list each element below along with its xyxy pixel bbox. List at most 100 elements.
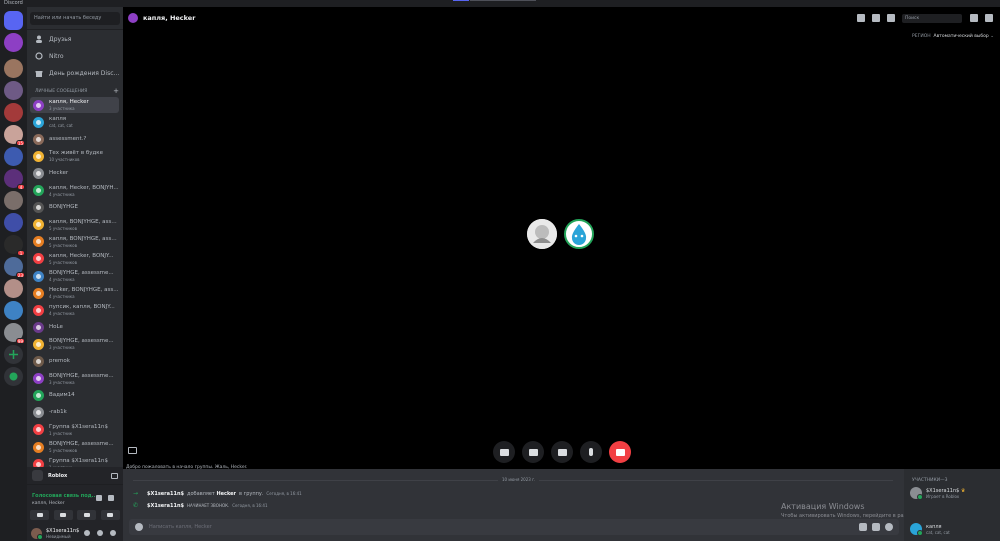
dm-item[interactable]: BONJYHGE — [30, 200, 119, 216]
server-icon-server-5[interactable] — [4, 147, 23, 166]
nav-friends[interactable]: Друзья — [30, 32, 120, 46]
message-target[interactable]: Hecker — [216, 491, 236, 497]
dm-item[interactable]: капля cat, cat, cat — [30, 114, 119, 130]
avatar — [33, 424, 44, 436]
screen-share-button[interactable] — [53, 510, 73, 520]
call-participant-avatar[interactable] — [527, 219, 557, 249]
member-item[interactable]: $X1sera11n$ ♛ Играет в Roblox — [910, 487, 965, 500]
server-icon-server-4[interactable]: 15 — [4, 125, 25, 146]
disconnect-icon[interactable] — [108, 495, 114, 501]
nav-birthday[interactable]: День рождения Disc... — [30, 66, 120, 80]
mic-icon[interactable] — [84, 530, 90, 536]
dm-item[interactable]: Тех живёт в будке 10 участников — [30, 148, 119, 164]
dm-item[interactable]: капля, Hecker, BONJY... 5 участников — [30, 251, 119, 267]
add-server-icon[interactable] — [4, 345, 23, 364]
dm-item[interactable]: Hecker, BONJYHGE, ass... 4 участника — [30, 285, 119, 301]
dm-item[interactable]: капля, BONJYHGE, asse... 5 участников — [30, 217, 119, 233]
avatar — [33, 253, 44, 265]
screen-share-button[interactable] — [551, 441, 573, 463]
avatar — [33, 116, 44, 128]
server-icon-server-8[interactable]: 1 — [4, 235, 25, 256]
server-icon-server-3[interactable] — [4, 103, 23, 122]
dm-item[interactable]: BONJYHGE, assessme... 5 участников — [30, 439, 119, 455]
member-item[interactable]: капля cat, cat, cat — [910, 523, 950, 536]
add-dm-icon[interactable]: + — [113, 88, 119, 95]
members-icon[interactable] — [887, 14, 895, 22]
dm-name: BONJYHGE, assessme... — [49, 372, 114, 379]
header-search-input[interactable]: Поиск — [902, 13, 962, 23]
search-input[interactable]: Найти или начать беседу — [30, 12, 120, 25]
camera-button[interactable] — [30, 510, 49, 520]
dm-item[interactable]: BONJYHGE, assessme... 3 участника — [30, 336, 119, 352]
server-icon-server-6[interactable]: 4 — [4, 169, 25, 190]
pin-icon[interactable] — [857, 14, 865, 22]
avatar — [33, 321, 44, 333]
dm-item[interactable]: пупсик, капля, BONJY... 4 участника — [30, 302, 119, 318]
server-icon-server-12[interactable]: 99 — [4, 323, 25, 344]
avatar[interactable] — [31, 528, 43, 540]
activity-button[interactable] — [77, 510, 97, 520]
gear-icon[interactable] — [110, 530, 116, 536]
voice-connection[interactable]: Голосовая связь под... капля, Hecker — [32, 493, 122, 506]
screen-icon[interactable] — [111, 473, 118, 479]
explore-icon[interactable] — [4, 367, 23, 386]
emoji-icon[interactable] — [885, 523, 893, 531]
server-icon-server-10[interactable] — [4, 279, 23, 298]
dm-item[interactable]: HoLe — [30, 319, 119, 335]
inbox-icon[interactable] — [970, 14, 978, 22]
dm-item[interactable]: BONJYHGE, assessme... 4 участника — [30, 268, 119, 284]
dm-subtitle: 3 участника — [49, 345, 75, 351]
server-icon-home[interactable] — [4, 11, 23, 30]
message-input[interactable]: Написать капля, Hecker — [129, 519, 899, 535]
region-selector[interactable]: РЕГИОН Автоматический выбор ⌄ — [912, 34, 994, 39]
nav-nitro[interactable]: Nitro — [30, 49, 120, 63]
server-icon-server-11[interactable] — [4, 301, 23, 320]
mention-badge: 23 — [15, 272, 25, 278]
rocket-icon — [83, 513, 90, 517]
sticker-icon[interactable] — [872, 523, 880, 531]
server-icon-group[interactable] — [4, 33, 23, 52]
call-participant-avatar[interactable] — [564, 219, 594, 249]
dm-item[interactable]: assessment.? — [30, 131, 119, 147]
dm-item[interactable]: Группа $X1sera11n$1 участник — [30, 422, 119, 438]
member-status: cat, cat, cat — [926, 529, 950, 535]
server-icon-server-7[interactable] — [4, 191, 23, 210]
message-user[interactable]: $X1sera11n$ — [147, 503, 184, 509]
noise-icon[interactable] — [96, 495, 102, 501]
gift-icon[interactable] — [859, 523, 867, 531]
dm-item[interactable]: premok — [30, 354, 119, 370]
popout-icon[interactable] — [128, 447, 137, 454]
dm-item[interactable]: Вадим14 — [30, 388, 119, 404]
server-icon-folder[interactable] — [4, 213, 23, 232]
voice-channel: капля, Hecker — [32, 501, 65, 506]
dm-item[interactable]: капля, BONJYHGE, asse... 5 участников — [30, 234, 119, 250]
dm-name: assessment.? — [49, 135, 87, 142]
server-icon-server-2[interactable] — [4, 81, 23, 100]
server-icon-server-9[interactable]: 23 — [4, 257, 25, 278]
dm-subtitle: 4 участника — [49, 191, 75, 197]
soundboard-button[interactable] — [100, 510, 120, 520]
dm-item[interactable]: Hecker — [30, 165, 119, 181]
avatar — [33, 99, 44, 111]
message-action: НАЧИНАЕТ ЗВОНОК. — [187, 503, 230, 508]
help-icon[interactable] — [985, 14, 993, 22]
add-friend-icon[interactable] — [872, 14, 880, 22]
dm-name: Hecker, BONJYHGE, ass... — [49, 287, 119, 294]
dm-item[interactable]: BONJYHGE, assessme... 3 участника — [30, 371, 119, 387]
mute-button[interactable] — [580, 441, 602, 463]
dm-subtitle: 5 участников — [49, 448, 77, 453]
dm-item[interactable]: Группа $X1sera11n$1 участник — [30, 456, 119, 467]
system-message: → $X1sera11n$ добавляет Hecker в группу.… — [133, 490, 302, 497]
attach-icon[interactable] — [135, 523, 143, 531]
header-toolbar: Поиск — [857, 13, 1000, 23]
dm-item[interactable]: капля, Hecker 3 участника — [30, 97, 119, 113]
camera-toggle-button[interactable] — [493, 441, 515, 463]
dm-item[interactable]: -rab1k — [30, 405, 119, 421]
activities-button[interactable] — [522, 441, 544, 463]
leave-call-button[interactable] — [609, 441, 631, 463]
headphones-icon[interactable] — [97, 530, 103, 536]
message-user[interactable]: $X1sera11n$ — [147, 491, 184, 497]
voice-buttons — [30, 510, 120, 520]
server-icon-server-1[interactable] — [4, 59, 23, 78]
dm-item[interactable]: капля, Hecker, BONJYH... 4 участника — [30, 183, 119, 199]
